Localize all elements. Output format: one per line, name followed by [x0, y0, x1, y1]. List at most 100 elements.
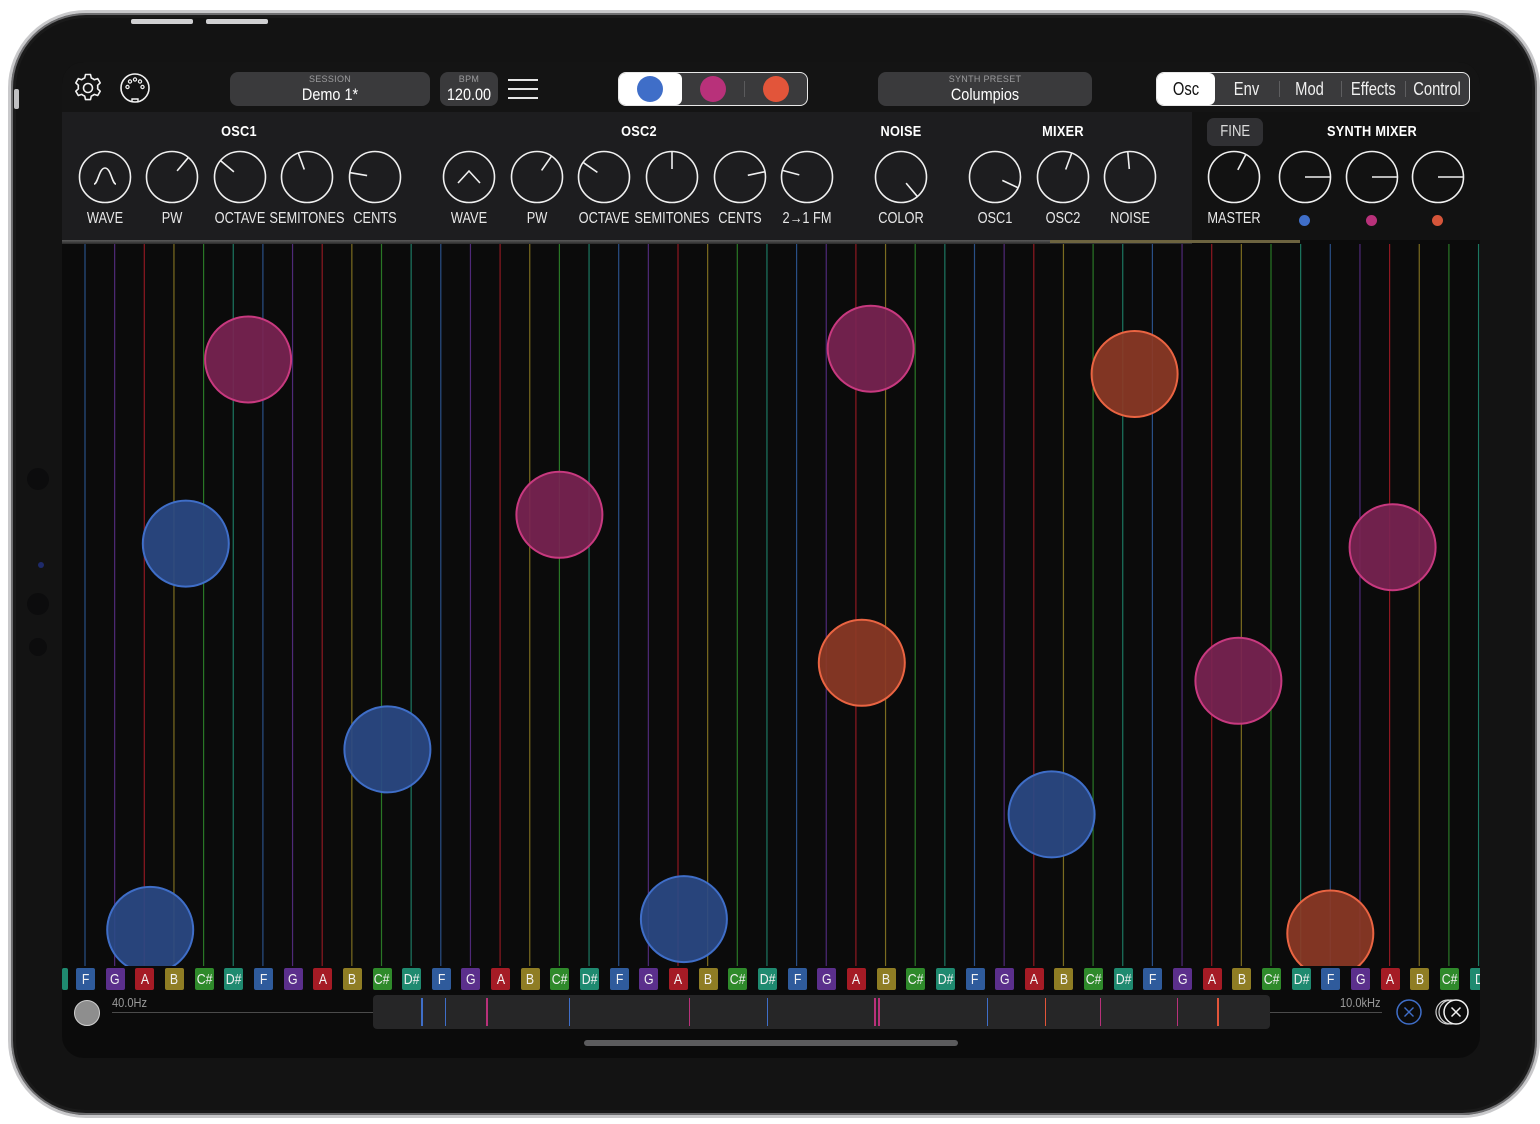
touch-point-orange[interactable] [817, 618, 906, 707]
clear-synth-icon[interactable] [1396, 999, 1422, 1025]
note-label[interactable]: B [1410, 968, 1430, 990]
note-label[interactable]: D# [580, 968, 600, 990]
note-label[interactable]: F [787, 968, 807, 990]
knob-osc2-semitones[interactable] [645, 150, 699, 204]
fine-button[interactable]: FINE [1207, 118, 1263, 146]
range-window[interactable] [373, 995, 1270, 1029]
note-label[interactable]: D# [1113, 968, 1133, 990]
touch-point-blue[interactable] [141, 499, 230, 588]
tab-osc[interactable]: Osc [1157, 73, 1215, 105]
note-label[interactable]: G [1350, 968, 1370, 990]
touch-point-blue[interactable] [1007, 770, 1096, 859]
note-label[interactable]: D# [757, 968, 777, 990]
note-label[interactable]: F [965, 968, 985, 990]
knob-osc2-2-1-fm[interactable] [780, 150, 834, 204]
touch-point-orange[interactable] [1286, 889, 1375, 967]
session-selector[interactable]: SESSION Demo 1* [230, 72, 430, 106]
touch-point-orange[interactable] [1090, 330, 1179, 418]
note-label[interactable]: F [1321, 968, 1341, 990]
touch-point-pink[interactable] [1194, 636, 1283, 725]
knob-osc2-wave[interactable] [442, 150, 496, 204]
knob-mixer-noise[interactable] [1103, 150, 1157, 204]
note-label[interactable]: B [342, 968, 362, 990]
note-label[interactable]: C# [372, 968, 392, 990]
note-label[interactable]: B [1054, 968, 1074, 990]
tab-mod[interactable]: Mod [1279, 73, 1341, 105]
knob-synth-mixer-synth-2[interactable] [1345, 150, 1399, 204]
note-label[interactable]: A [846, 968, 866, 990]
note-label[interactable]: F [76, 968, 95, 990]
note-label[interactable]: D# [935, 968, 955, 990]
note-label[interactable] [62, 968, 68, 990]
touch-point-pink[interactable] [1348, 503, 1437, 592]
note-label[interactable]: F [253, 968, 273, 990]
note-label[interactable]: G [283, 968, 303, 990]
knob-synth-mixer-synth-1[interactable] [1278, 150, 1332, 204]
note-label[interactable]: A [135, 968, 155, 990]
record-button[interactable] [74, 1000, 100, 1026]
knob-osc1-semitones[interactable] [280, 150, 334, 204]
knob-osc2-cents[interactable] [713, 150, 767, 204]
home-indicator[interactable] [584, 1040, 958, 1046]
note-label[interactable]: C# [194, 968, 214, 990]
knob-mixer-osc2[interactable] [1036, 150, 1090, 204]
note-label[interactable]: A [669, 968, 688, 990]
touch-point-pink[interactable] [204, 315, 293, 404]
tab-env[interactable]: Env [1215, 73, 1279, 105]
synth-tab-blue[interactable] [619, 73, 682, 105]
note-label[interactable]: A [1202, 968, 1222, 990]
note-label[interactable]: F [1143, 968, 1163, 990]
clear-all-icon[interactable] [1434, 998, 1472, 1026]
touch-point-blue[interactable] [639, 875, 728, 964]
knob-osc1-pw[interactable] [145, 150, 199, 204]
note-label[interactable]: F [431, 968, 451, 990]
note-label[interactable]: G [639, 968, 659, 990]
knob-osc2-pw[interactable] [510, 150, 564, 204]
hamburger-menu-icon[interactable] [508, 79, 538, 99]
note-label[interactable]: F [609, 968, 629, 990]
note-label[interactable]: C# [728, 968, 748, 990]
note-label[interactable]: C# [1262, 968, 1281, 990]
gear-icon[interactable] [72, 72, 104, 104]
note-label[interactable]: C# [1439, 968, 1459, 990]
touch-point-pink[interactable] [826, 304, 915, 393]
note-label[interactable]: A [313, 968, 333, 990]
note-label[interactable]: D# [1291, 968, 1311, 990]
note-label[interactable]: B [876, 968, 896, 990]
knob-mixer-osc1[interactable] [968, 150, 1022, 204]
note-label[interactable]: C# [906, 968, 926, 990]
note-label[interactable]: A [1380, 968, 1400, 990]
note-label[interactable]: B [698, 968, 718, 990]
note-label[interactable]: G [1173, 968, 1193, 990]
note-label[interactable]: D [1469, 968, 1480, 990]
note-label[interactable]: G [995, 968, 1015, 990]
note-label[interactable]: G [105, 968, 125, 990]
knob-synth-mixer-master[interactable] [1207, 150, 1261, 204]
knob-synth-mixer-synth-3[interactable] [1411, 150, 1465, 204]
tab-effects[interactable]: Effects [1341, 73, 1405, 105]
synth-tab-orange[interactable] [744, 73, 807, 105]
note-label[interactable]: C# [550, 968, 570, 990]
note-label[interactable]: G [817, 968, 837, 990]
note-label[interactable]: A [491, 968, 511, 990]
midi-connector-icon[interactable] [119, 72, 151, 104]
note-label[interactable]: B [1232, 968, 1252, 990]
knob-osc2-octave[interactable] [577, 150, 631, 204]
bpm-field[interactable]: BPM 120.00 [440, 72, 498, 106]
touch-point-pink[interactable] [515, 470, 604, 559]
knob-osc1-cents[interactable] [348, 150, 402, 204]
preset-selector[interactable]: SYNTH PRESET Columpios [878, 72, 1092, 106]
note-label[interactable]: G [461, 968, 481, 990]
string-grid[interactable] [62, 244, 1480, 966]
synth-tab-pink[interactable] [682, 73, 745, 105]
touch-point-blue[interactable] [343, 705, 432, 794]
note-label[interactable]: D# [224, 968, 244, 990]
knob-osc1-octave[interactable] [213, 150, 267, 204]
note-label[interactable]: A [1024, 968, 1044, 990]
note-label[interactable]: B [164, 968, 184, 990]
knob-noise-color[interactable] [874, 150, 928, 204]
note-label[interactable]: C# [1084, 968, 1104, 990]
touch-point-blue[interactable] [106, 885, 195, 966]
knob-osc1-wave[interactable] [78, 150, 132, 204]
tab-control[interactable]: Control [1405, 73, 1469, 105]
